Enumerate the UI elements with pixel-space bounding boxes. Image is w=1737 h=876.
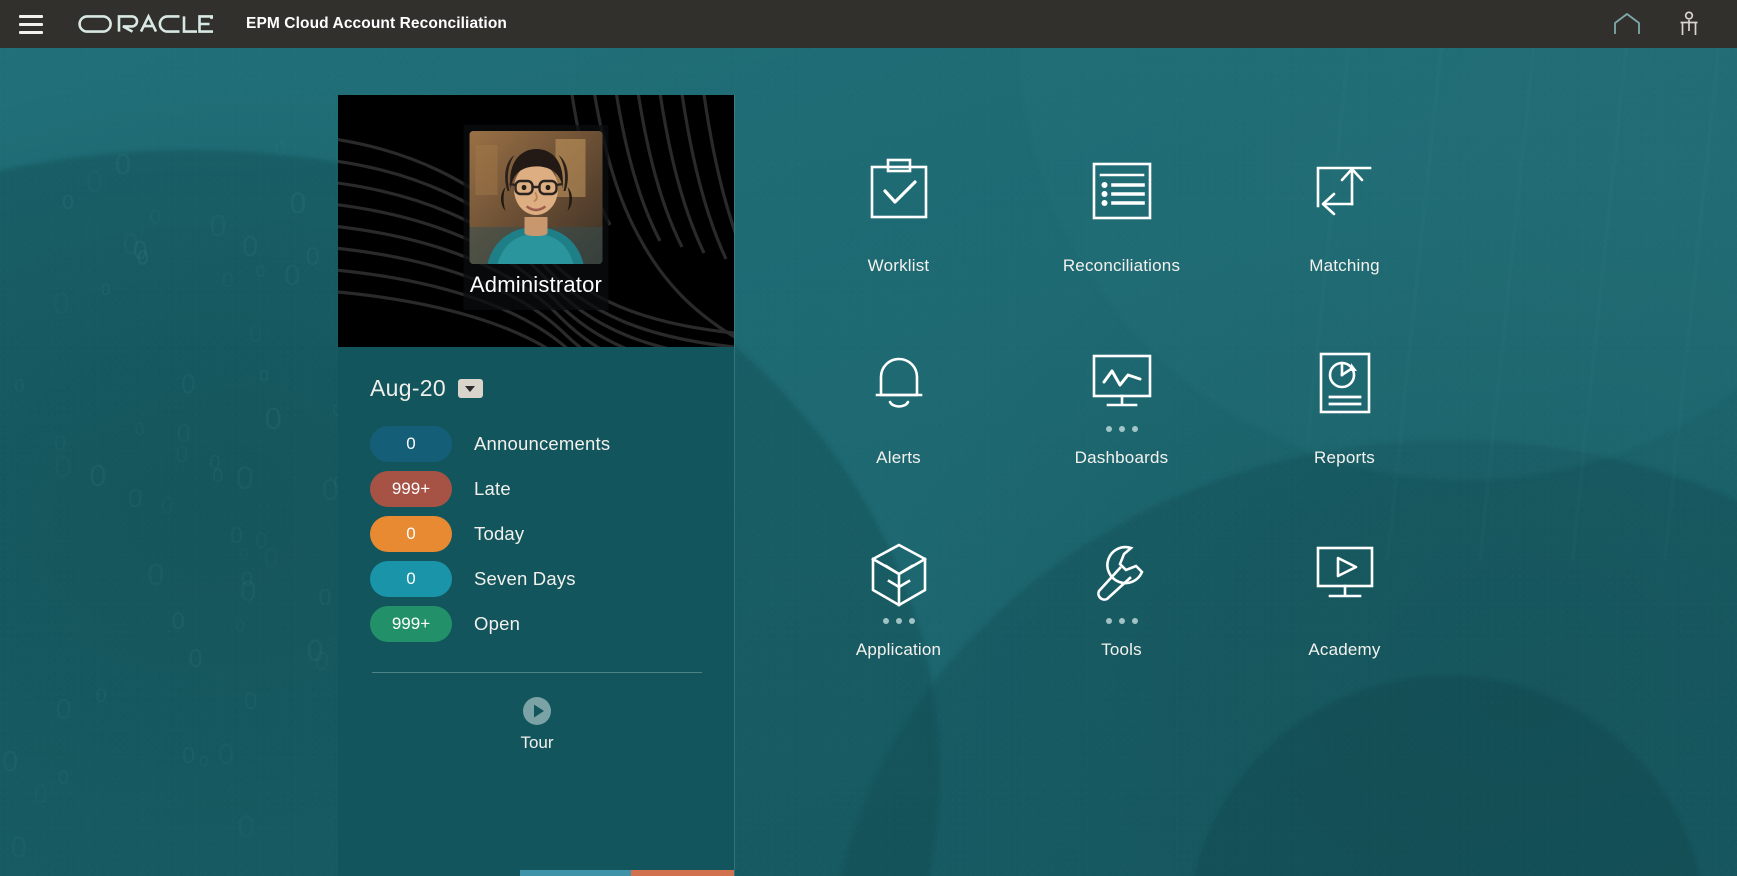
period-selector[interactable]: Aug-20 <box>370 375 704 402</box>
status-badge-row[interactable]: 0 Announcements <box>370 426 704 462</box>
status-badge-list: 0 Announcements 999+ Late 0 Today 0 Seven Days 9… <box>370 426 704 642</box>
tour-label: Tour <box>520 733 554 752</box>
hamburger-bar <box>19 30 43 34</box>
top-header: EPM Cloud Account Reconciliation <box>0 0 1737 48</box>
nav-tile-label: Academy <box>1308 640 1381 659</box>
tile-group-dots-icon <box>1329 614 1361 628</box>
nav-tile-alerts[interactable]: Alerts <box>787 332 1010 524</box>
navigation-grid: Worklist Reconciliations Matching Alerts Das… <box>787 140 1456 876</box>
status-badge-row[interactable]: 0 Seven Days <box>370 561 704 597</box>
cube-icon <box>868 532 930 618</box>
accent-segment-orange <box>631 870 734 876</box>
nav-tile-label: Matching <box>1309 256 1380 275</box>
nav-tile-dashboards[interactable]: Dashboards <box>1010 332 1233 524</box>
accent-segment-empty <box>338 870 520 876</box>
status-badge: 999+ <box>370 606 452 642</box>
nav-tile-label: Reconciliations <box>1062 256 1181 275</box>
nav-tile-label: Alerts <box>876 448 921 467</box>
hamburger-bar <box>19 14 43 18</box>
dot <box>1131 618 1138 624</box>
home-icon[interactable] <box>1611 8 1643 40</box>
main-content: Administrator Aug-20 0 Announcements 999+ L… <box>0 48 1737 876</box>
monitor-play-icon <box>1313 532 1377 618</box>
status-badge-row[interactable]: 999+ Open <box>370 606 704 642</box>
status-badge-label: Announcements <box>474 433 611 454</box>
tile-group-dots-icon <box>1106 230 1138 244</box>
avatar[interactable]: Administrator <box>463 125 609 310</box>
status-badge: 0 <box>370 426 452 462</box>
dot <box>1118 426 1125 432</box>
accent-segment-teal <box>520 870 632 876</box>
header-actions <box>1611 8 1705 40</box>
nav-tile-matching[interactable]: Matching <box>1233 140 1456 332</box>
monitor-chart-icon <box>1090 340 1154 426</box>
left-spacer <box>0 48 338 876</box>
card-photo-area: Administrator <box>338 95 734 347</box>
user-summary-card: Administrator Aug-20 0 Announcements 999+ L… <box>338 95 734 876</box>
nav-tile-label: Reports <box>1314 448 1375 467</box>
nav-tile-label: Dashboards <box>1074 448 1169 467</box>
status-badge-row[interactable]: 0 Today <box>370 516 704 552</box>
tile-group-dots-icon <box>1329 230 1361 244</box>
dot <box>1118 618 1125 624</box>
tour-button[interactable]: Tour <box>370 673 704 753</box>
play-circle-icon <box>521 695 553 727</box>
nav-tile-application[interactable]: Application <box>787 524 1010 716</box>
user-icon[interactable] <box>1673 8 1705 40</box>
tile-group-dots-icon <box>883 230 915 244</box>
hamburger-bar <box>19 22 43 26</box>
nav-tile-reports[interactable]: Reports <box>1233 332 1456 524</box>
dot <box>1105 618 1112 624</box>
dot <box>1105 426 1112 432</box>
bell-icon <box>869 340 929 426</box>
wrench-icon <box>1091 532 1153 618</box>
chevron-down-icon[interactable] <box>457 379 483 398</box>
card-body: Aug-20 0 Announcements 999+ Late 0 Today 0 Seve… <box>338 347 734 876</box>
dot <box>1131 426 1138 432</box>
status-badge: 999+ <box>370 471 452 507</box>
nav-tile-worklist[interactable]: Worklist <box>787 140 1010 332</box>
nav-tile-label: Worklist <box>867 256 930 275</box>
status-badge-row[interactable]: 999+ Late <box>370 471 704 507</box>
hamburger-menu-icon[interactable] <box>14 7 48 41</box>
page-title: EPM Cloud Account Reconciliation <box>246 15 507 32</box>
tile-group-dots-icon <box>1105 422 1138 436</box>
tile-group-dots-icon <box>1105 614 1138 628</box>
status-badge-label: Seven Days <box>474 568 576 589</box>
report-pie-icon <box>1317 340 1373 426</box>
user-avatar-photo <box>469 131 603 264</box>
dot <box>882 618 889 624</box>
nav-tile-label: Tools <box>1101 640 1142 659</box>
navigation-area: Worklist Reconciliations Matching Alerts Das… <box>735 48 1737 876</box>
tile-group-dots-icon <box>1329 422 1361 436</box>
nav-tile-reconciliations[interactable]: Reconciliations <box>1010 140 1233 332</box>
status-badge-label: Open <box>474 613 521 634</box>
status-badge-label: Today <box>474 523 525 544</box>
dot <box>908 618 915 624</box>
status-badge-label: Late <box>474 478 511 499</box>
nav-tile-label: Application <box>855 640 942 659</box>
nav-tile-tools[interactable]: Tools <box>1010 524 1233 716</box>
matching-arrows-icon <box>1312 148 1378 234</box>
tile-group-dots-icon <box>882 614 915 628</box>
tile-group-dots-icon <box>883 422 915 436</box>
status-badge: 0 <box>370 561 452 597</box>
nav-tile-academy[interactable]: Academy <box>1233 524 1456 716</box>
chevron-triangle <box>465 385 476 392</box>
period-label: Aug-20 <box>370 375 446 401</box>
clipboard-check-icon <box>868 148 930 234</box>
status-badge: 0 <box>370 516 452 552</box>
user-name: Administrator <box>469 272 603 297</box>
card-accent-bar <box>338 870 734 876</box>
oracle-logo[interactable] <box>78 13 214 35</box>
table-list-icon <box>1091 148 1153 234</box>
dot <box>895 618 902 624</box>
